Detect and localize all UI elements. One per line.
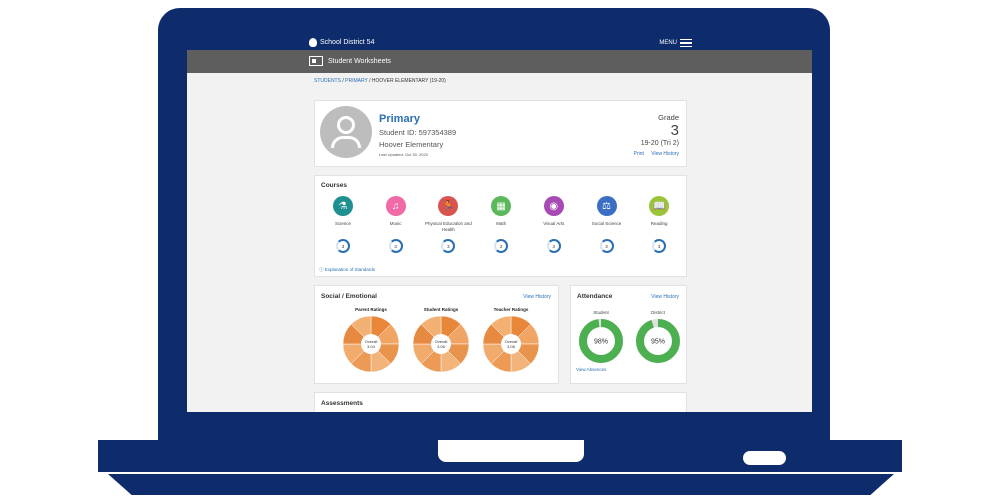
last-updated: Last Updated: Oct 30, 2020 bbox=[379, 152, 428, 157]
palette-icon: ◉ bbox=[543, 196, 564, 216]
attendance-title: Attendance bbox=[577, 293, 613, 300]
calculator-icon: ▦ bbox=[491, 196, 512, 216]
term-label: 19-20 (Tri 2) bbox=[640, 140, 679, 147]
grade-label: Grade bbox=[658, 113, 679, 122]
breadcrumb: STUDENTS / PRIMARY / HOOVER ELEMENTARY (… bbox=[314, 78, 446, 84]
donut-chart: Overall3.08 bbox=[482, 315, 540, 373]
assessments-card: Assessments bbox=[314, 392, 687, 412]
social-emotional-card: Social / Emotional View History Parent R… bbox=[314, 285, 559, 384]
breadcrumb-current: HOOVER ELEMENTARY (19-20) bbox=[371, 78, 446, 84]
course-score: 3 bbox=[546, 239, 561, 253]
laptop-indicator bbox=[743, 451, 786, 465]
course-score: 2 bbox=[494, 239, 509, 253]
explanation-link[interactable]: ⓘ Explanation of Standards bbox=[319, 267, 375, 273]
student-attendance-value: 98% bbox=[594, 339, 608, 346]
course-name: Science bbox=[334, 221, 351, 226]
music-icon: ♫ bbox=[385, 196, 406, 216]
book-icon: 📖 bbox=[649, 196, 670, 216]
attendance-view-history-link[interactable]: View History bbox=[651, 294, 679, 300]
course-score: 3 bbox=[599, 239, 614, 253]
course-item[interactable]: ▦ Math 2 bbox=[471, 196, 531, 253]
explanation-label: Explanation of Standards bbox=[324, 267, 376, 272]
avatar-head-icon bbox=[337, 116, 355, 134]
district-attendance-value: 95% bbox=[651, 339, 665, 346]
section-bar: Student Worksheets bbox=[187, 50, 812, 73]
breadcrumb-primary[interactable]: PRIMARY bbox=[345, 78, 368, 84]
course-name: Social Science bbox=[591, 221, 622, 226]
view-history-link[interactable]: View History bbox=[651, 151, 679, 157]
print-link[interactable]: Print bbox=[634, 151, 644, 157]
rating-chart[interactable]: Student Ratings Overall 3.06 bbox=[411, 307, 471, 378]
course-name: Music bbox=[389, 221, 402, 226]
grade-value: 3 bbox=[670, 122, 679, 139]
menu-button[interactable]: MENU bbox=[659, 39, 692, 47]
course-item[interactable]: 🏃 Physical Education and Health 3 bbox=[418, 196, 478, 253]
course-score: 3 bbox=[652, 239, 667, 253]
student-name: Primary bbox=[379, 113, 420, 125]
rating-chart[interactable]: Parent Ratings Overall 3.04 bbox=[341, 307, 401, 378]
courses-title: Courses bbox=[321, 182, 348, 189]
worksheet-icon bbox=[309, 56, 323, 66]
apple-logo-icon bbox=[309, 38, 317, 47]
donut-center-value: 3.06 bbox=[437, 344, 446, 349]
top-nav: School District 54 MENU bbox=[187, 36, 812, 50]
course-item[interactable]: ♫ Music 3 bbox=[366, 196, 426, 253]
course-item[interactable]: ◉ Visual Arts 3 bbox=[524, 196, 584, 253]
course-name: Math bbox=[496, 221, 507, 226]
view-absences-link[interactable]: View Absences bbox=[576, 367, 606, 372]
student-profile-card: Primary Student ID: 597354389 Hoover Ele… bbox=[314, 100, 687, 167]
donut-center-value: 3.04 bbox=[367, 344, 376, 349]
assessments-title: Assessments bbox=[321, 400, 363, 407]
social-view-history-link[interactable]: View History bbox=[523, 294, 551, 300]
courses-card: Courses ⚗ Science 3 ♫ Music 3 🏃 Physical Educat… bbox=[314, 175, 687, 277]
attendance-card: Attendance View History Student District… bbox=[570, 285, 687, 384]
runner-icon: 🏃 bbox=[438, 196, 459, 216]
scale-icon: ⚖ bbox=[596, 196, 617, 216]
school-name: Hoover Elementary bbox=[379, 140, 444, 149]
avatar bbox=[320, 106, 372, 158]
course-name: Visual Arts bbox=[543, 221, 565, 226]
menu-label: MENU bbox=[659, 40, 677, 46]
district-brand[interactable]: School District 54 bbox=[309, 38, 374, 47]
brand-label: School District 54 bbox=[320, 39, 375, 46]
course-item[interactable]: ⚖ Social Science 3 bbox=[577, 196, 637, 253]
section-label: Student Worksheets bbox=[328, 57, 391, 65]
course-score: 3 bbox=[441, 239, 456, 253]
course-name: Physical Education and Health bbox=[425, 221, 472, 232]
rating-chart-label: Teacher Ratings bbox=[493, 307, 529, 312]
course-item[interactable]: ⚗ Science 3 bbox=[313, 196, 373, 253]
laptop-bottom bbox=[108, 474, 894, 495]
course-score: 3 bbox=[336, 239, 350, 253]
avatar-body-icon bbox=[331, 136, 361, 148]
breadcrumb-students[interactable]: STUDENTS bbox=[314, 78, 341, 84]
donut-center-value: 3.08 bbox=[507, 344, 516, 349]
microscope-icon: ⚗ bbox=[333, 196, 353, 216]
app-screen: School District 54 MENU Student Workshee… bbox=[187, 36, 812, 412]
student-attendance-ring: 98% bbox=[579, 319, 623, 363]
student-id: Student ID: 597354389 bbox=[379, 128, 457, 137]
profile-links: Print View History bbox=[628, 151, 679, 157]
worksheets-title: Student Worksheets bbox=[309, 56, 391, 66]
ratings-charts: Parent Ratings Overall 3.04 Student Ratings… bbox=[341, 307, 551, 379]
district-attendance-ring: 95% bbox=[636, 319, 680, 363]
rating-chart[interactable]: Teacher Ratings Overall 3.08 bbox=[481, 307, 541, 378]
laptop-notch bbox=[438, 440, 584, 462]
donut-chart: Overall3.04 bbox=[342, 315, 400, 373]
district-attendance-label: District bbox=[651, 310, 665, 315]
course-name: Reading bbox=[650, 221, 668, 226]
social-title: Social / Emotional bbox=[321, 293, 377, 300]
hamburger-icon bbox=[680, 39, 692, 47]
course-score: 3 bbox=[388, 239, 403, 253]
rating-chart-label: Student Ratings bbox=[423, 307, 459, 312]
donut-chart: Overall3.06 bbox=[412, 315, 470, 373]
course-item[interactable]: 📖 Reading 3 bbox=[629, 196, 689, 253]
rating-chart-label: Parent Ratings bbox=[355, 307, 387, 312]
student-attendance-label: Student bbox=[593, 310, 609, 315]
